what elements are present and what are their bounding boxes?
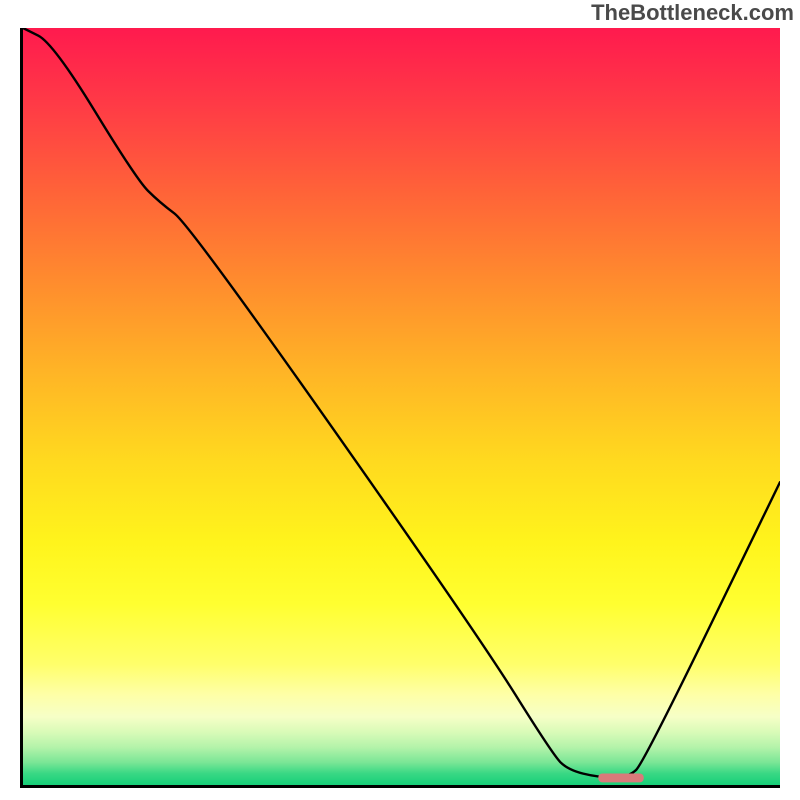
chart-frame: TheBottleneck.com — [0, 0, 800, 800]
plot-area — [20, 28, 780, 788]
curve-layer — [23, 28, 780, 785]
optimum-marker — [598, 773, 643, 782]
bottleneck-curve — [23, 28, 780, 777]
site-watermark: TheBottleneck.com — [591, 0, 794, 26]
